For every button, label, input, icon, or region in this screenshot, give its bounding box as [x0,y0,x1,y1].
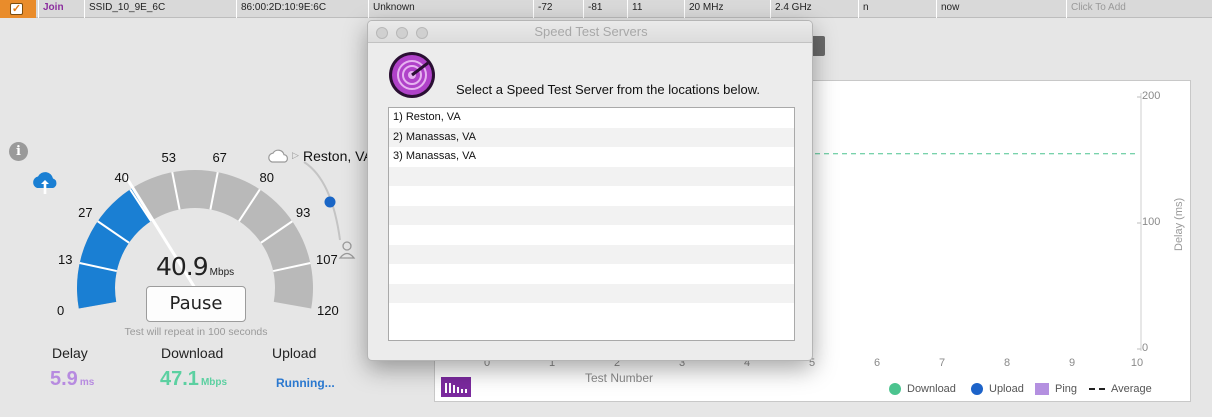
app-logo-icon [389,52,435,98]
server-list-item[interactable]: 2) Manassas, VA [389,127,794,147]
gauge-tick-label: 27 [78,205,93,221]
x-tick-label: 7 [938,357,946,369]
gauge-tick-label: 120 [316,302,339,318]
ssid-cell: SSID_10_9E_6C [84,0,236,18]
mode-cell: n [858,0,936,18]
server-list-empty-row [389,283,794,303]
channel-cell: 11 [627,0,684,18]
gauge-tick-label: 40 [114,169,129,185]
legend-label: Upload [989,383,1024,395]
server-list-empty-row [389,303,794,323]
x-tick-label: 8 [1003,357,1011,369]
legend-swatch [971,383,983,395]
legend-label: Ping [1055,383,1078,395]
network-checkbox-cell[interactable]: ✓ [0,0,36,18]
legend-item-ping[interactable]: Ping [1035,383,1077,395]
server-list-item[interactable]: 1) Reston, VA [389,108,794,128]
server-list-empty-row [389,186,794,206]
x-axis-label: Test Number [585,371,654,385]
current-speed-unit: Mbps [209,267,235,278]
delay-value: 5.9 ms [50,368,94,391]
cloud-icon[interactable] [267,147,291,165]
current-speed-value: 40.9 [156,252,209,281]
legend-item-upload[interactable]: Upload [971,383,1024,395]
server-list-empty-row [389,166,794,186]
upload-label: Upload [272,345,317,361]
dialog-title: Speed Test Servers [534,24,648,39]
slider-handle[interactable] [324,196,336,208]
legend-label: Average [1111,383,1152,395]
server-list-item[interactable]: 3) Manassas, VA [389,147,794,167]
x-tick-label: 10 [1130,357,1144,369]
download-label: Download [161,345,224,361]
legend-swatch [889,383,901,395]
y-tick-label: 200 [1142,90,1161,102]
vendor-cell: Unknown [368,0,533,18]
delay-label: Delay [52,345,88,361]
gauge-tick-label: 80 [259,169,274,185]
gauge-tick-label: 67 [212,150,227,166]
repeat-note: Test will repeat in 100 seconds [124,326,268,338]
x-tick-label: 6 [873,357,881,369]
last-seen-cell: now [936,0,1066,18]
add-note-cell[interactable]: Click To Add [1066,0,1212,18]
gauge-tick-label: 0 [57,302,65,318]
current-speed-readout: 40.9 Mbps [156,252,234,281]
join-link[interactable]: Join [38,0,84,18]
legend-item-download[interactable]: Download [889,383,956,395]
server-list-empty-row [389,264,794,284]
dialog-titlebar[interactable]: Speed Test Servers [368,21,812,43]
speed-test-servers-dialog[interactable]: Speed Test Servers Select a Speed Test S… [367,20,813,361]
bar-chart-icon[interactable] [441,377,471,397]
band-cell: 2.4 GHz [770,0,858,18]
download-unit: Mbps [200,377,228,388]
download-value: 47.1 Mbps [160,368,227,391]
network-table-row[interactable]: ✓ Join SSID_10_9E_6C 86:00:2D:10:9E:6C U… [0,0,1212,18]
y-tick-label: 0 [1142,342,1149,354]
dialog-prompt: Select a Speed Test Server from the loca… [456,82,760,97]
legend-label: Download [907,383,956,395]
width-cell: 20 MHz [684,0,770,18]
bssid-cell: 86:00:2D:10:9E:6C [236,0,368,18]
gauge-tick-label: 13 [57,252,73,268]
server-list[interactable]: 1) Reston, VA 2) Manassas, VA 3) Manassas,… [388,107,795,341]
y-axis-label: Delay (ms) [1173,197,1185,251]
download-number: 47.1 [160,368,199,390]
legend-item-average[interactable]: Average [1089,383,1152,395]
info-icon[interactable]: i [9,142,28,161]
pause-button[interactable]: Pause [146,286,246,322]
delay-number: 5.9 [50,368,78,390]
delay-unit: ms [79,377,95,388]
network-checkbox[interactable]: ✓ [10,3,23,15]
legend-swatch [1035,383,1049,395]
distance-slider[interactable] [290,150,370,260]
person-icon [338,241,356,259]
server-list-empty-row [389,225,794,245]
x-tick-label: 9 [1068,357,1076,369]
noise-cell: -81 [583,0,627,18]
server-list-empty-row [389,244,794,264]
signal-cell: -72 [533,0,583,18]
server-list-empty-row [389,205,794,225]
legend-swatch [1089,388,1105,390]
y-tick-label: 100 [1142,216,1161,228]
upload-value: Running... [276,376,335,390]
gauge-tick-label: 53 [161,150,177,166]
